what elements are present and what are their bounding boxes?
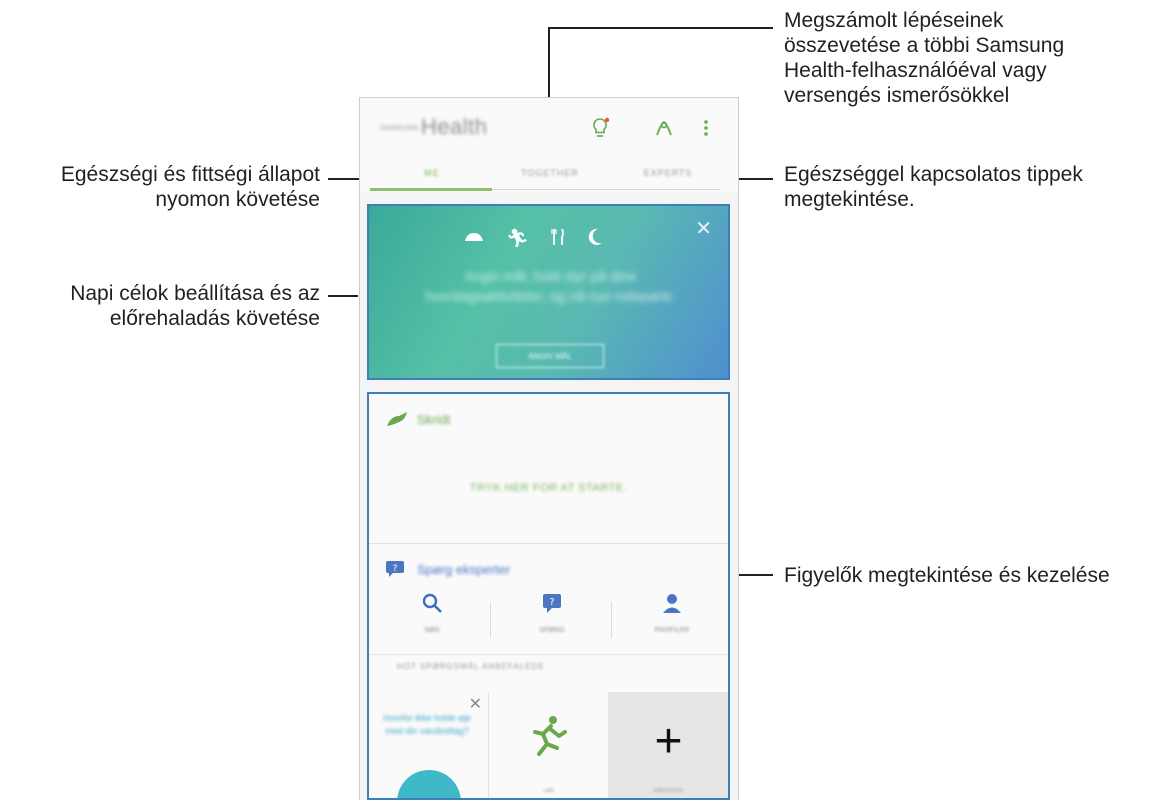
leader-line-trackers — [737, 574, 773, 576]
svg-text:?: ? — [393, 564, 398, 574]
phone-screen: SAMSUNGHealth ME TOGETHER EXPERTS 🏃︎ ✕ A… — [359, 97, 739, 800]
running-icon: 🏃︎ — [506, 228, 529, 248]
more-vert-icon[interactable] — [696, 116, 716, 140]
callout-goals: Napi célok beállítása és az előrehaladás… — [70, 282, 320, 330]
goals-description: Angiv mål, hold styr på dine hverdagsakt… — [425, 268, 676, 304]
trackers-area: Skridt TRYK HER FOR AT STARTE. ? Spørg e… — [367, 392, 730, 800]
svg-text:?: ? — [549, 597, 554, 608]
callout-trackers: Figyelők megtekintése és kezelése — [784, 564, 1110, 587]
experts-subheading: HOT SPØRGSMÅL ANBEFALEDE — [397, 662, 545, 671]
moon-icon — [587, 228, 603, 251]
app-title: SAMSUNGHealth — [380, 114, 488, 139]
shoe-icon — [464, 228, 484, 251]
separator — [611, 602, 612, 638]
tab-baseline — [492, 189, 720, 190]
chat-question-icon: ? — [385, 560, 405, 583]
doctor-icon — [663, 594, 681, 613]
callout-tips: Egészséggel kapcsolatos tippek megtekint… — [784, 163, 1083, 211]
question-icon: ? — [543, 594, 561, 613]
divider — [369, 654, 728, 655]
tab-bar: ME TOGETHER EXPERTS — [360, 158, 738, 192]
steps-label: Skridt — [417, 412, 451, 427]
tab-active-indicator — [370, 188, 492, 191]
tip-tile[interactable]: ✕ Hvorfor ikke holde øje med din vandind… — [369, 692, 489, 798]
callout-together: Megszámolt lépéseinek összevetése a több… — [784, 9, 1065, 107]
lightbulb-icon[interactable] — [588, 116, 612, 140]
divider — [369, 543, 728, 544]
expert-profiles[interactable]: PROFILER — [617, 592, 727, 634]
add-tracker-label: Administrer — [653, 788, 684, 794]
tip-tile-text: Hvorfor ikke holde øje med din vandindta… — [383, 713, 471, 736]
callout-me: Egészségi és fittségi állapot nyomon köv… — [60, 163, 320, 211]
shoe-icon — [385, 410, 409, 433]
experts-label: Spørg eksperter — [417, 562, 511, 577]
separator — [490, 602, 491, 638]
steps-start-cta[interactable]: TRYK HER FOR AT STARTE. — [369, 482, 728, 494]
expert-profiles-label: PROFILER — [654, 627, 690, 634]
run-tile[interactable]: Løb — [489, 692, 609, 798]
expert-search-label: SØG — [424, 627, 440, 634]
expert-ask[interactable]: ? SPØRG — [497, 592, 607, 634]
goals-card[interactable]: 🏃︎ ✕ Angiv mål, hold styr på dine hverda… — [367, 204, 730, 380]
add-tracker-tile[interactable]: + Administrer — [609, 692, 728, 798]
leader-line-goals — [328, 295, 358, 297]
expert-search[interactable]: SØG — [377, 592, 487, 634]
set-goals-button[interactable]: ANGIV MÅL — [496, 344, 604, 368]
close-icon[interactable]: ✕ — [695, 216, 712, 241]
fork-knife-icon — [551, 228, 565, 251]
steps-card[interactable]: Skridt TRYK HER FOR AT STARTE. — [369, 394, 728, 544]
search-icon — [422, 593, 442, 613]
hero-icons: 🏃︎ — [464, 228, 603, 251]
tab-experts[interactable]: EXPERTS — [608, 168, 728, 178]
running-icon — [525, 714, 569, 763]
expert-ask-label: SPØRG — [539, 627, 565, 634]
close-icon[interactable]: ✕ — [469, 694, 482, 714]
plus-icon: + — [654, 715, 683, 768]
person-icon[interactable] — [652, 116, 676, 140]
tab-together[interactable]: TOGETHER — [490, 168, 610, 178]
app-bar: SAMSUNGHealth — [360, 98, 738, 158]
run-tile-label: Løb — [543, 788, 554, 794]
leader-line-together-h — [548, 27, 773, 29]
tab-me[interactable]: ME — [372, 168, 492, 178]
water-circle[interactable] — [397, 770, 461, 798]
